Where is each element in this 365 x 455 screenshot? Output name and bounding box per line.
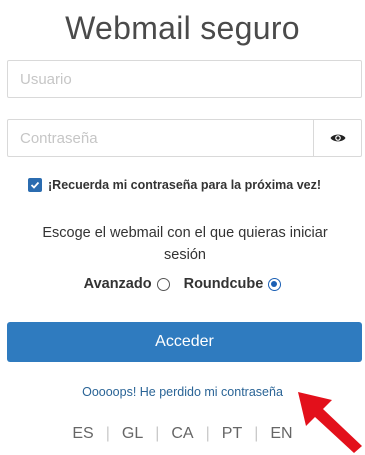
login-button[interactable]: Acceder <box>7 322 362 362</box>
lang-separator: | <box>105 425 110 442</box>
checkmark-icon <box>30 181 40 189</box>
remember-checkbox[interactable] <box>28 178 42 192</box>
webmail-prompt: Escoge el webmail con el que quieras ini… <box>42 225 328 263</box>
option-avanzado-label: Avanzado <box>83 276 152 292</box>
lang-separator: | <box>254 425 259 442</box>
radio-roundcube[interactable] <box>268 277 282 291</box>
remember-label: ¡Recuerda mi contraseña para la próxima … <box>48 178 322 192</box>
lang-es[interactable]: ES <box>72 425 93 443</box>
lang-gl[interactable]: GL <box>122 425 143 443</box>
lang-separator: | <box>205 425 210 442</box>
remember-checkbox-row[interactable]: ¡Recuerda mi contraseña para la próxima … <box>28 178 321 192</box>
username-input[interactable] <box>8 61 361 97</box>
option-roundcube[interactable]: Roundcube <box>184 276 282 292</box>
lang-en[interactable]: EN <box>270 425 292 443</box>
option-avanzado[interactable]: Avanzado <box>84 276 170 292</box>
lang-ca[interactable]: CA <box>171 425 193 443</box>
eye-icon <box>330 134 345 142</box>
lang-separator: | <box>155 425 160 442</box>
red-arrow-icon <box>298 392 362 453</box>
show-password-button[interactable] <box>313 120 361 156</box>
username-field[interactable] <box>7 60 362 98</box>
webmail-options: Avanzado Roundcube <box>0 276 365 292</box>
lang-pt[interactable]: PT <box>222 425 242 443</box>
option-roundcube-label: Roundcube <box>183 276 264 292</box>
password-field[interactable] <box>7 119 362 157</box>
page-title: Webmail seguro <box>65 10 300 46</box>
password-input[interactable] <box>8 120 315 156</box>
radio-avanzado[interactable] <box>156 277 170 291</box>
